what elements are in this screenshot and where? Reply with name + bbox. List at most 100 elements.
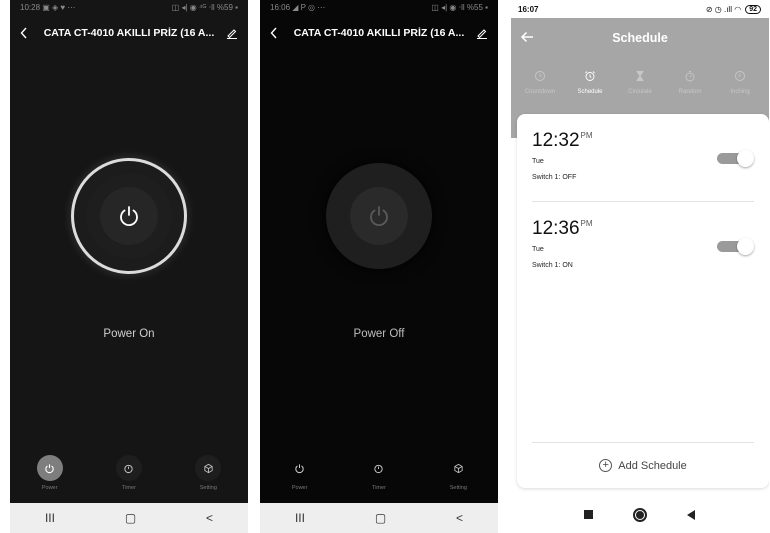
battery-level: 92 [745, 4, 761, 14]
nav-label: Power [291, 485, 308, 491]
power-toggle-button[interactable] [100, 187, 158, 245]
back-button[interactable] [20, 27, 38, 39]
status-time: 16:07 [518, 4, 539, 14]
nav-label: Timer [122, 485, 136, 491]
schedule-list-card: 12:32PM Tue Switch 1: OFF 12:36PM Tue Sw… [517, 114, 769, 488]
phone-screen-power-on: 10:28 ▣ ◈ ♥ ⋯ ◫ ◂| ◉ ⁴ᴳ ⋅ll %59 ▪ CATA C… [10, 0, 248, 533]
nav-label: Setting [199, 485, 217, 491]
pencil-icon [227, 29, 237, 39]
timer-icon [124, 464, 134, 473]
tab-label: Circulate [628, 89, 652, 95]
tab-label: Inching [730, 89, 750, 95]
schedule-action: Switch 1: ON [532, 262, 573, 269]
bottom-nav: Power Timer Setting [10, 455, 248, 495]
recent-apps-button[interactable] [584, 510, 593, 519]
cube-icon [454, 463, 463, 473]
system-nav-bar: III ▢ < [260, 503, 498, 533]
power-status-label: Power On [103, 328, 155, 340]
back-button[interactable] [270, 27, 288, 39]
back-system-button[interactable]: < [206, 511, 213, 525]
notification-icons: ▣ ◈ ♥ ⋯ [42, 3, 76, 12]
cube-icon [204, 463, 213, 473]
status-left: 10:28 ▣ ◈ ♥ ⋯ [20, 3, 75, 12]
system-nav-bar: III ▢ < [10, 503, 248, 533]
home-button[interactable]: ▢ [375, 511, 386, 525]
nav-power[interactable]: Power [270, 455, 330, 495]
tab-label: Schedule [577, 89, 603, 95]
schedule-action: Switch 1: OFF [532, 174, 577, 181]
status-right: ⊘ ◷ .ıll ◠ 92 [705, 4, 761, 14]
recent-apps-button[interactable]: III [295, 511, 305, 525]
pencil-icon [477, 29, 487, 39]
back-triangle-icon[interactable] [687, 509, 696, 520]
home-button[interactable]: ▢ [125, 511, 136, 525]
signal-icons: ◫ ◂| ◉ ⁴ᴳ ⋅ll [171, 3, 215, 12]
mode-tabs: Countdown Schedule Circulate Random Inch… [515, 70, 765, 95]
nav-timer[interactable]: Timer [99, 455, 159, 495]
nav-label: Timer [372, 485, 386, 491]
status-left: 16:06 ◢ P ◎ ⋯ [270, 3, 325, 12]
power-status-label: Power Off [353, 328, 405, 340]
schedule-enable-toggle[interactable] [717, 238, 754, 255]
tab-label: Countdown [524, 89, 556, 95]
device-title: CATA CT-4010 AKILLI PRİZ (16 A... [43, 27, 215, 39]
divider [532, 201, 754, 202]
bottom-nav: Power Timer Setting [260, 455, 498, 495]
status-bar: 10:28 ▣ ◈ ♥ ⋯ ◫ ◂| ◉ ⁴ᴳ ⋅ll %59 ▪ [10, 0, 248, 15]
tab-label: Random [678, 89, 702, 95]
plus-circle-icon: + [599, 459, 613, 472]
status-time: 10:28 [20, 3, 41, 12]
system-nav-bar [511, 496, 769, 533]
status-right: ◫ ◂| ◉ ⁴ᴳ ⋅ll %59 ▪ [172, 3, 238, 12]
device-title: CATA CT-4010 AKILLI PRİZ (16 A... [293, 27, 465, 39]
tab-circulate[interactable]: Circulate [615, 70, 665, 95]
schedule-time: 12:36 [532, 218, 580, 239]
recent-apps-button[interactable]: III [45, 511, 55, 525]
power-icon [45, 463, 54, 473]
tab-inching[interactable]: Inching [715, 70, 765, 95]
clock-icon [535, 71, 545, 81]
battery-level: %59 ▪ [216, 3, 238, 12]
status-right: ◫ ◂| ◉ ⋅ll %55 ▪ [431, 3, 488, 12]
chevron-left-icon [270, 27, 277, 39]
schedule-ampm: PM [580, 131, 593, 140]
stopwatch-icon [685, 71, 695, 82]
timer-icon [374, 464, 384, 473]
power-toggle-button[interactable] [350, 187, 408, 245]
tab-random[interactable]: Random [665, 70, 715, 95]
tab-schedule[interactable]: Schedule [565, 70, 615, 95]
schedule-item[interactable]: 12:36PM Tue Switch 1: ON [532, 218, 754, 269]
schedule-item[interactable]: 12:32PM Tue Switch 1: OFF [532, 130, 754, 181]
battery-level: %55 ▪ [466, 3, 488, 12]
power-icon [120, 206, 138, 227]
nav-power[interactable]: Power [20, 455, 80, 495]
app-header: CATA CT-4010 AKILLI PRİZ (16 A... [260, 22, 498, 44]
edit-button[interactable] [470, 27, 488, 39]
nav-setting[interactable]: Setting [428, 455, 488, 495]
nav-timer[interactable]: Timer [349, 455, 409, 495]
schedule-ampm: PM [580, 219, 593, 228]
schedule-time: 12:32 [532, 130, 580, 151]
back-system-button[interactable]: < [456, 511, 463, 525]
tab-countdown[interactable]: Countdown [515, 70, 565, 95]
alarm-clock-icon [585, 71, 595, 81]
phone-screen-power-off: 16:06 ◢ P ◎ ⋯ ◫ ◂| ◉ ⋅ll %55 ▪ CATA CT-4… [260, 0, 498, 533]
signal-icons: ◫ ◂| ◉ ⋅ll [431, 3, 465, 12]
app-header: CATA CT-4010 AKILLI PRİZ (16 A... [10, 22, 248, 44]
signal-icons: ⊘ ◷ .ıll ◠ [705, 4, 742, 14]
chevron-left-icon [20, 27, 27, 39]
add-schedule-button[interactable]: + Add Schedule [517, 459, 769, 472]
page-title: Schedule [612, 31, 668, 45]
schedule-enable-toggle[interactable] [717, 150, 754, 167]
hourglass-icon [636, 71, 644, 81]
status-bar: 16:07 ⊘ ◷ .ıll ◠ 92 [511, 0, 769, 18]
status-time: 16:06 [270, 3, 291, 12]
nav-setting[interactable]: Setting [178, 455, 238, 495]
notification-icons: ◢ P ◎ ⋯ [292, 3, 326, 12]
clock-icon [735, 71, 745, 81]
power-icon [370, 206, 388, 227]
edit-button[interactable] [220, 27, 238, 39]
nav-label: Setting [449, 485, 467, 491]
home-button[interactable] [633, 507, 647, 522]
divider [532, 442, 754, 443]
